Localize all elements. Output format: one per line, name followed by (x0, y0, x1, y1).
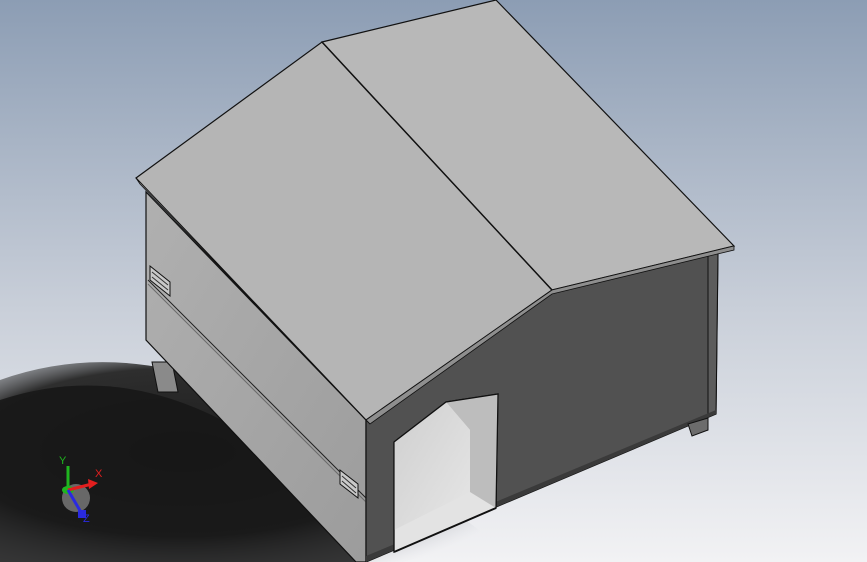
graphics-viewport[interactable]: Y X Z (0, 0, 867, 562)
triad-graphic (62, 466, 98, 518)
x-axis-head (88, 479, 98, 489)
front-corner-board (707, 249, 719, 417)
model-scene[interactable] (0, 0, 867, 562)
y-axis-label: Y (59, 455, 67, 467)
z-axis-label: Z (83, 513, 90, 525)
view-triad[interactable]: Y X Z (48, 452, 108, 532)
x-axis-label: X (95, 468, 103, 480)
